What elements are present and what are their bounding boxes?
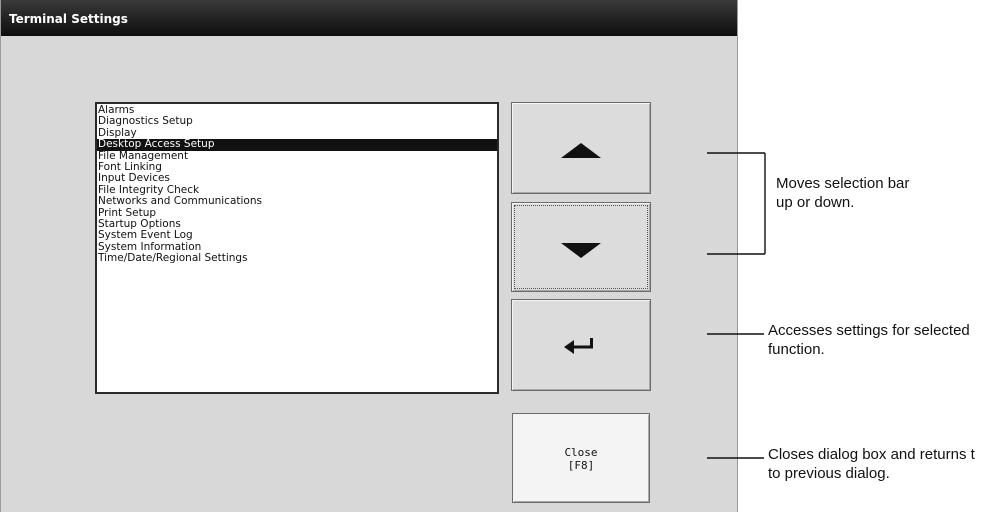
access-callout-text: Accesses settings for selected function.	[768, 321, 970, 359]
close-callout-line-2: to previous dialog.	[768, 465, 890, 482]
access-callout-line-2: function.	[768, 341, 825, 358]
close-button[interactable]: Close [F8]	[512, 413, 650, 503]
triangle-down-icon	[561, 243, 601, 258]
move-callout-line-2: up or down.	[776, 194, 855, 211]
move-down-button[interactable]	[511, 202, 651, 292]
title-bar: Terminal Settings	[1, 0, 737, 36]
close-button-shortcut: [F8]	[567, 459, 595, 472]
enter-arrow-icon	[564, 338, 593, 354]
triangle-up-icon	[561, 143, 601, 158]
move-callout-line-1: Moves selection bar	[776, 175, 910, 192]
settings-list[interactable]: Alarms Diagnostics Setup Display Desktop Ac…	[95, 102, 499, 394]
list-item[interactable]: Time/Date/Regional Settings	[97, 252, 497, 264]
move-callout-text: Moves selection bar up or down.	[776, 174, 909, 212]
move-up-button[interactable]	[511, 102, 651, 194]
close-callout-line-1: Closes dialog box and returns t	[768, 446, 975, 463]
list-item[interactable]: Diagnostics Setup	[97, 115, 497, 127]
enter-button[interactable]	[511, 299, 651, 391]
close-button-label: Close	[564, 446, 598, 459]
list-item[interactable]: Networks and Communications	[97, 195, 497, 207]
list-item[interactable]: Desktop Access Setup	[97, 138, 497, 151]
terminal-settings-window: Terminal Settings Alarms Diagnostics Setu…	[0, 0, 738, 512]
close-callout-text: Closes dialog box and returns t to previ…	[768, 445, 975, 483]
window-title: Terminal Settings	[9, 12, 128, 26]
access-callout-line-1: Accesses settings for selected	[768, 322, 970, 339]
